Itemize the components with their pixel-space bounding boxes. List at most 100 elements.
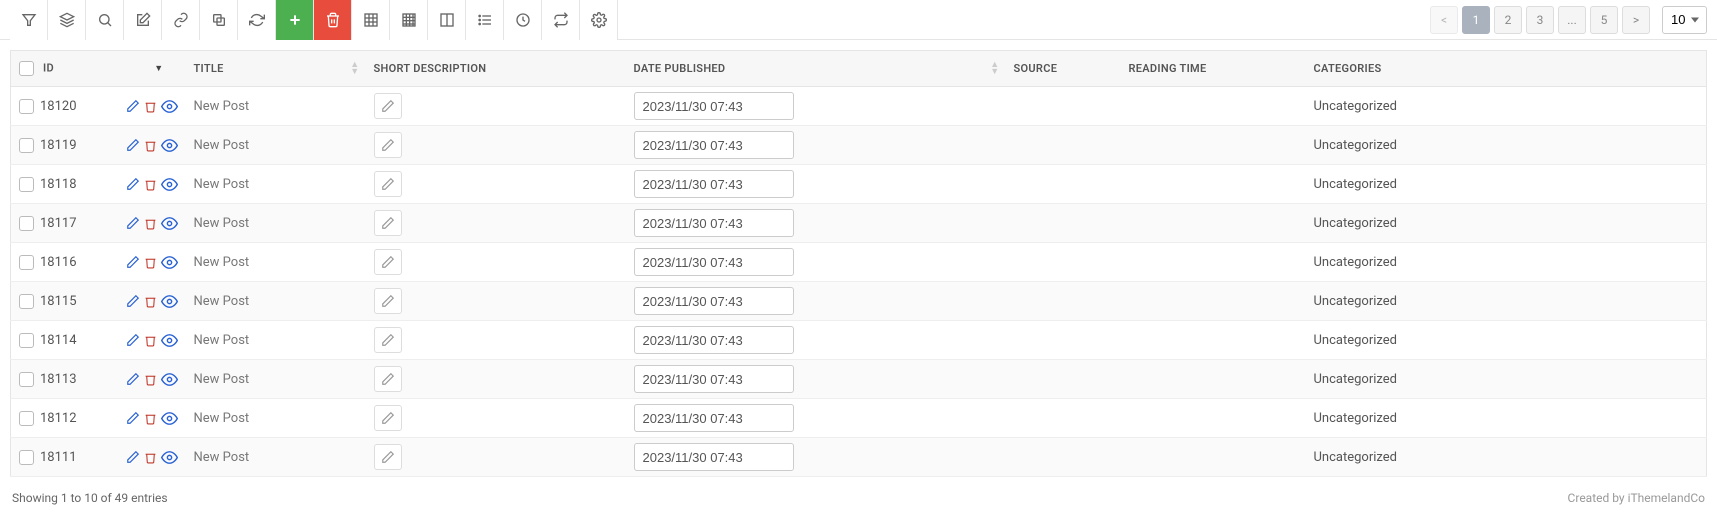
trash-icon[interactable] xyxy=(144,451,157,464)
edit-description-button[interactable] xyxy=(374,327,402,353)
edit-description-button[interactable] xyxy=(374,171,402,197)
trash-icon[interactable] xyxy=(144,295,157,308)
view-icon[interactable] xyxy=(161,137,178,154)
row-title[interactable]: New Post xyxy=(186,165,366,204)
settings-button[interactable] xyxy=(580,0,618,40)
col-header-date[interactable]: DATE PUBLISHED▲▼ xyxy=(626,51,1006,87)
col-header-short-desc[interactable]: SHORT DESCRIPTION xyxy=(366,51,626,87)
copy-button[interactable] xyxy=(200,0,238,40)
edit-description-button[interactable] xyxy=(374,210,402,236)
trash-icon[interactable] xyxy=(144,373,157,386)
add-button[interactable] xyxy=(276,0,314,40)
row-checkbox[interactable] xyxy=(19,411,34,426)
view-icon[interactable] xyxy=(161,449,178,466)
trash-icon[interactable] xyxy=(144,412,157,425)
edit-icon[interactable] xyxy=(126,138,140,152)
page-...[interactable]: ... xyxy=(1558,6,1586,34)
date-input[interactable] xyxy=(634,209,794,237)
row-title[interactable]: New Post xyxy=(186,321,366,360)
row-title[interactable]: New Post xyxy=(186,282,366,321)
edit-description-button[interactable] xyxy=(374,249,402,275)
row-checkbox[interactable] xyxy=(19,138,34,153)
edit-icon[interactable] xyxy=(126,99,140,113)
edit-description-button[interactable] xyxy=(374,132,402,158)
edit-icon[interactable] xyxy=(126,411,140,425)
date-input[interactable] xyxy=(634,92,794,120)
view-icon[interactable] xyxy=(161,371,178,388)
col-header-reading[interactable]: READING TIME xyxy=(1121,51,1306,87)
filter-button[interactable] xyxy=(10,0,48,40)
page-next[interactable]: > xyxy=(1622,6,1650,34)
row-title[interactable]: New Post xyxy=(186,204,366,243)
edit-description-button[interactable] xyxy=(374,405,402,431)
table-button[interactable] xyxy=(352,0,390,40)
row-checkbox[interactable] xyxy=(19,333,34,348)
page-prev[interactable]: < xyxy=(1430,6,1458,34)
date-input[interactable] xyxy=(634,365,794,393)
col-header-title[interactable]: TITLE▲▼ xyxy=(186,51,366,87)
edit-description-button[interactable] xyxy=(374,93,402,119)
row-checkbox[interactable] xyxy=(19,372,34,387)
trash-icon[interactable] xyxy=(144,178,157,191)
delete-button[interactable] xyxy=(314,0,352,40)
date-input[interactable] xyxy=(634,131,794,159)
edit-icon[interactable] xyxy=(126,216,140,230)
row-checkbox[interactable] xyxy=(19,99,34,114)
date-input[interactable] xyxy=(634,287,794,315)
link-button[interactable] xyxy=(162,0,200,40)
edit-description-button[interactable] xyxy=(374,444,402,470)
edit-icon[interactable] xyxy=(126,177,140,191)
row-title[interactable]: New Post xyxy=(186,87,366,126)
layers-button[interactable] xyxy=(48,0,86,40)
row-checkbox[interactable] xyxy=(19,177,34,192)
view-icon[interactable] xyxy=(161,176,178,193)
edit-icon[interactable] xyxy=(126,294,140,308)
date-input[interactable] xyxy=(634,326,794,354)
view-icon[interactable] xyxy=(161,332,178,349)
col-header-id[interactable]: ID ▼ xyxy=(11,51,186,87)
columns-button[interactable] xyxy=(428,0,466,40)
page-size-select[interactable]: 10 xyxy=(1662,6,1707,34)
row-title[interactable]: New Post xyxy=(186,438,366,477)
trash-icon[interactable] xyxy=(144,217,157,230)
trash-icon[interactable] xyxy=(144,334,157,347)
view-icon[interactable] xyxy=(161,410,178,427)
page-3[interactable]: 3 xyxy=(1526,6,1554,34)
edit-icon[interactable] xyxy=(126,333,140,347)
grid-button[interactable] xyxy=(390,0,428,40)
row-checkbox[interactable] xyxy=(19,450,34,465)
view-icon[interactable] xyxy=(161,98,178,115)
trash-icon[interactable] xyxy=(144,256,157,269)
history-button[interactable] xyxy=(504,0,542,40)
trash-icon[interactable] xyxy=(144,139,157,152)
row-checkbox[interactable] xyxy=(19,294,34,309)
edit-description-button[interactable] xyxy=(374,288,402,314)
row-title[interactable]: New Post xyxy=(186,126,366,165)
edit-icon[interactable] xyxy=(126,450,140,464)
page-5[interactable]: 5 xyxy=(1590,6,1618,34)
page-1[interactable]: 1 xyxy=(1462,6,1490,34)
row-checkbox[interactable] xyxy=(19,255,34,270)
compose-button[interactable] xyxy=(124,0,162,40)
date-input[interactable] xyxy=(634,248,794,276)
date-input[interactable] xyxy=(634,404,794,432)
row-checkbox[interactable] xyxy=(19,216,34,231)
date-input[interactable] xyxy=(634,170,794,198)
edit-icon[interactable] xyxy=(126,255,140,269)
col-header-source[interactable]: SOURCE xyxy=(1006,51,1121,87)
date-input[interactable] xyxy=(634,443,794,471)
list-button[interactable] xyxy=(466,0,504,40)
page-2[interactable]: 2 xyxy=(1494,6,1522,34)
row-title[interactable]: New Post xyxy=(186,399,366,438)
refresh-button[interactable] xyxy=(238,0,276,40)
trash-icon[interactable] xyxy=(144,100,157,113)
select-all-checkbox[interactable] xyxy=(19,61,34,76)
view-icon[interactable] xyxy=(161,293,178,310)
view-icon[interactable] xyxy=(161,254,178,271)
row-title[interactable]: New Post xyxy=(186,243,366,282)
search-button[interactable] xyxy=(86,0,124,40)
col-header-categories[interactable]: CATEGORIES xyxy=(1306,51,1707,87)
sync-button[interactable] xyxy=(542,0,580,40)
edit-icon[interactable] xyxy=(126,372,140,386)
edit-description-button[interactable] xyxy=(374,366,402,392)
